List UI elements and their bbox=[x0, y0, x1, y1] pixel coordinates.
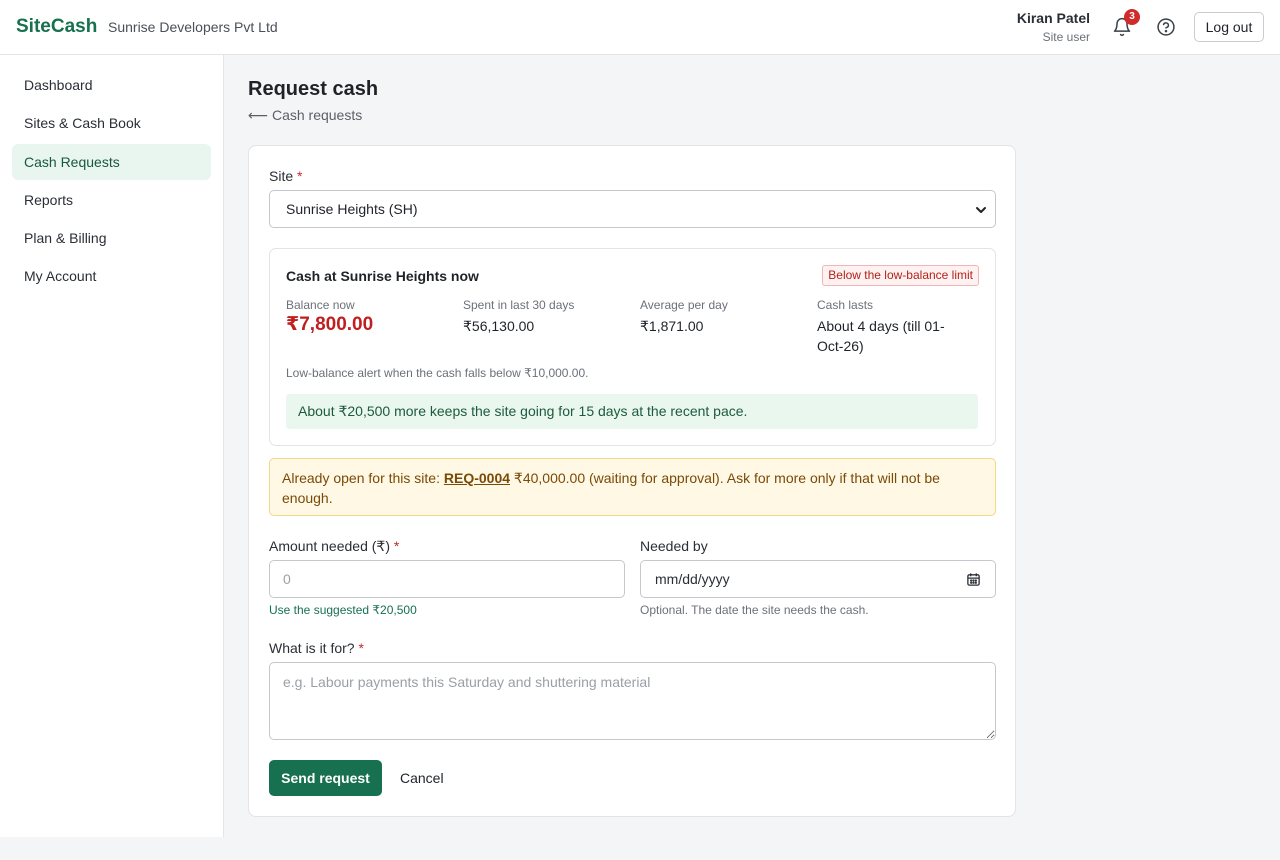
cancel-button[interactable]: Cancel bbox=[400, 770, 444, 786]
chevron-down-icon bbox=[976, 207, 986, 213]
help-icon[interactable] bbox=[1156, 17, 1176, 37]
sidebar-item-sites-cash-book[interactable]: Sites & Cash Book bbox=[12, 105, 211, 141]
suggestion-note: About ₹20,500 more keeps the site going … bbox=[286, 394, 978, 429]
stat-spent: Spent in last 30 days ₹56,130.00 bbox=[463, 298, 575, 334]
sidebar-item-dashboard[interactable]: Dashboard bbox=[12, 67, 211, 103]
sidebar-item-reports[interactable]: Reports bbox=[12, 182, 211, 218]
sidebar-item-my-account[interactable]: My Account bbox=[12, 258, 211, 294]
user-name: Kiran Patel bbox=[1016, 10, 1090, 26]
notification-badge: 3 bbox=[1124, 9, 1140, 25]
top-bar: SiteCash Sunrise Developers Pvt Ltd Kira… bbox=[0, 0, 1280, 55]
purpose-textarea[interactable] bbox=[269, 662, 996, 740]
low-balance-note: Low-balance alert when the cash falls be… bbox=[286, 366, 589, 380]
balance-value: ₹7,800.00 bbox=[286, 314, 374, 335]
cash-summary-title: Cash at Sunrise Heights now bbox=[286, 268, 479, 284]
back-link[interactable]: ⟵ Cash requests bbox=[248, 107, 362, 124]
site-select[interactable]: Sunrise Heights (SH) bbox=[269, 190, 996, 228]
user-role: Site user bbox=[1042, 30, 1090, 44]
calendar-icon[interactable] bbox=[966, 572, 981, 587]
request-link[interactable]: REQ-0004 bbox=[444, 470, 510, 486]
needed-by-label: Needed by bbox=[640, 538, 708, 554]
logout-button[interactable]: Log out bbox=[1194, 12, 1264, 42]
use-suggested-link[interactable]: Use the suggested ₹20,500 bbox=[269, 603, 417, 617]
site-select-value: Sunrise Heights (SH) bbox=[286, 201, 418, 217]
cash-summary: Cash at Sunrise Heights now Below the lo… bbox=[269, 248, 996, 446]
needed-by-hint: Optional. The date the site needs the ca… bbox=[640, 603, 869, 617]
open-request-warning: Already open for this site: REQ-0004 ₹40… bbox=[269, 458, 996, 516]
sidebar-item-cash-requests[interactable]: Cash Requests bbox=[12, 144, 211, 180]
date-placeholder: mm/dd/yyyy bbox=[655, 571, 730, 587]
needed-by-date-input[interactable]: mm/dd/yyyy bbox=[640, 560, 996, 598]
amount-label: Amount needed (₹) * bbox=[269, 538, 400, 554]
org-name: Sunrise Developers Pvt Ltd bbox=[108, 19, 278, 35]
stat-cash-lasts: Cash lasts About 4 days (till 01-Oct-26) bbox=[817, 298, 945, 354]
amount-input[interactable] bbox=[269, 560, 625, 598]
page-title: Request cash bbox=[248, 78, 379, 100]
required-mark: * bbox=[297, 168, 303, 184]
stat-balance: Balance now ₹7,800.00 bbox=[286, 298, 446, 335]
stat-average: Average per day ₹1,871.00 bbox=[640, 298, 728, 334]
sidebar-item-plan-billing[interactable]: Plan & Billing bbox=[12, 220, 211, 256]
request-form-card: Site * Sunrise Heights (SH) Cash at Sunr… bbox=[248, 145, 1016, 817]
sidebar: Dashboard Sites & Cash Book Cash Request… bbox=[0, 55, 224, 837]
user-info: Kiran Patel Site user bbox=[1017, 10, 1090, 44]
low-balance-badge: Below the low-balance limit bbox=[822, 265, 979, 286]
brand-logo[interactable]: SiteCash bbox=[16, 16, 97, 38]
site-label: Site * bbox=[269, 168, 303, 184]
purpose-label: What is it for? * bbox=[269, 640, 364, 656]
send-request-button[interactable]: Send request bbox=[269, 760, 382, 796]
